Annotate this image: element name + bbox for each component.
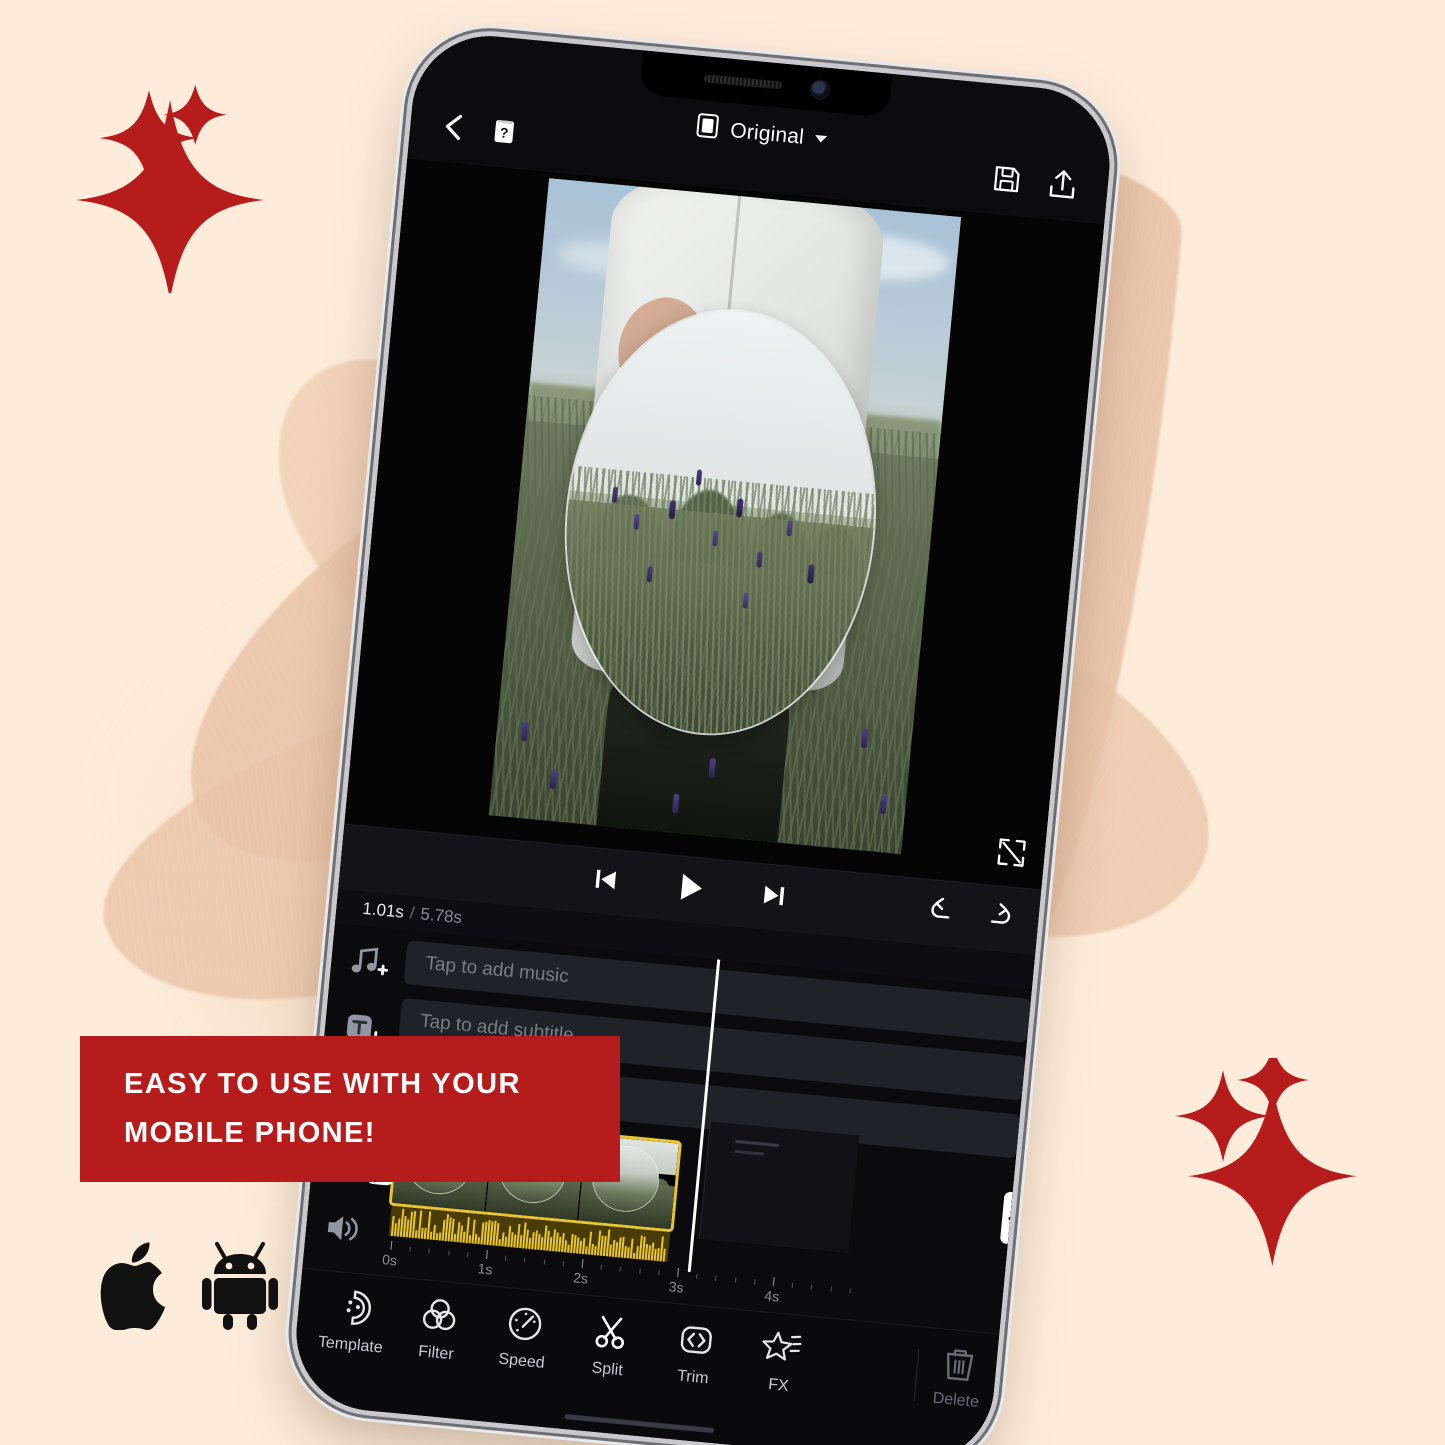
tool-fx[interactable]: FX (737, 1324, 825, 1398)
tool-label: Speed (497, 1350, 546, 1372)
tool-label: FX (767, 1376, 790, 1395)
ruler-tick-minor (447, 1250, 450, 1256)
phone-mockup: ? Original 1.01s / 5.78s Tap to add musi… (288, 29, 1137, 1445)
ruler-tick-minor (600, 1264, 603, 1270)
banner-line-1: EASY TO USE WITH YOUR (124, 1068, 521, 1100)
tool-label: Trim (676, 1367, 710, 1388)
tool-split[interactable]: Split (565, 1308, 653, 1382)
ruler-tick-major (772, 1277, 775, 1287)
ruler-tick-minor (715, 1275, 717, 1281)
mirror-reflection (547, 297, 893, 747)
ruler-tick-minor (791, 1282, 794, 1288)
tool-filter[interactable]: Filter (394, 1292, 482, 1366)
export-button[interactable] (1046, 167, 1079, 207)
add-clip-right-button[interactable]: + (999, 1190, 1031, 1246)
aspect-ratio-selector[interactable]: Original (693, 112, 829, 155)
apple-logo-icon (100, 1242, 174, 1335)
fullscreen-expand-icon[interactable] (995, 836, 1028, 874)
ruler-tick-major (677, 1268, 680, 1278)
platform-icons (100, 1240, 278, 1335)
ruler-tick-major (581, 1259, 584, 1269)
undo-button[interactable] (927, 897, 958, 930)
ruler-label: 4s (763, 1287, 780, 1305)
save-button[interactable] (990, 162, 1023, 200)
adjacent-clip[interactable] (698, 1120, 860, 1253)
ruler-tick-minor (619, 1266, 622, 1272)
aspect-ratio-label: Original (729, 118, 806, 149)
ruler-label: 1s (476, 1260, 494, 1278)
android-robot-icon (202, 1240, 278, 1335)
ruler-tick-minor (696, 1273, 698, 1279)
ruler-tick-minor (734, 1277, 736, 1283)
phone-screen: ? Original 1.01s / 5.78s Tap to add musi… (289, 29, 1117, 1445)
redo-button[interactable] (983, 902, 1014, 935)
add-music-icon[interactable] (346, 942, 390, 987)
ruler-label: 0s (381, 1251, 398, 1269)
tool-delete[interactable]: Delete (914, 1341, 1002, 1413)
volume-icon[interactable] (321, 1209, 364, 1252)
sparkle-top-left (62, 78, 272, 293)
sparkle-bottom-right (1165, 1058, 1365, 1278)
ruler-tick-minor (849, 1288, 851, 1294)
ruler-tick-minor (658, 1270, 660, 1276)
total-time: 5.78s (419, 903, 463, 927)
skip-next-button[interactable] (759, 880, 790, 915)
music-track-label: Tap to add music (424, 952, 570, 987)
ruler-tick-minor (524, 1257, 526, 1263)
current-time: 1.01s (361, 898, 405, 922)
ruler-tick-major (486, 1249, 488, 1260)
tool-label: Split (590, 1359, 624, 1380)
banner-line-2: MOBILE PHONE! (124, 1117, 376, 1149)
ruler-tick-minor (505, 1255, 507, 1261)
back-button[interactable] (439, 110, 468, 147)
tool-label: Filter (417, 1343, 455, 1364)
ruler-tick-minor (466, 1252, 469, 1258)
ruler-tick-minor (753, 1279, 756, 1285)
tool-label: Delete (932, 1389, 980, 1411)
tool-label: Template (317, 1333, 384, 1357)
ruler-tick-minor (428, 1248, 431, 1254)
ruler-tick-minor (543, 1259, 545, 1265)
tool-speed[interactable]: Speed (480, 1300, 568, 1374)
skip-previous-button[interactable] (590, 864, 621, 899)
play-button[interactable] (671, 868, 709, 910)
svg-text:?: ? (499, 124, 509, 141)
ruler-tick-minor (810, 1284, 813, 1290)
time-separator: / (409, 902, 416, 923)
ruler-tick-major (390, 1240, 393, 1251)
ruler-label: 3s (668, 1278, 685, 1296)
aspect-ratio-icon (693, 112, 722, 145)
ruler-tick-minor (830, 1286, 832, 1292)
chevron-down-icon (813, 129, 829, 148)
video-preview-frame (488, 178, 962, 855)
promo-banner: EASY TO USE WITH YOUR MOBILE PHONE! (80, 1036, 620, 1182)
tool-template[interactable]: Template (309, 1284, 397, 1358)
ruler-tick-minor (562, 1261, 564, 1267)
ruler-tick-minor (409, 1246, 412, 1252)
tool-trim[interactable]: Trim (651, 1316, 739, 1390)
ruler-label: 2s (572, 1269, 589, 1287)
ruler-tick-minor (638, 1268, 641, 1274)
help-manual-icon[interactable]: ? (491, 116, 518, 151)
video-preview-area[interactable] (344, 158, 1105, 890)
